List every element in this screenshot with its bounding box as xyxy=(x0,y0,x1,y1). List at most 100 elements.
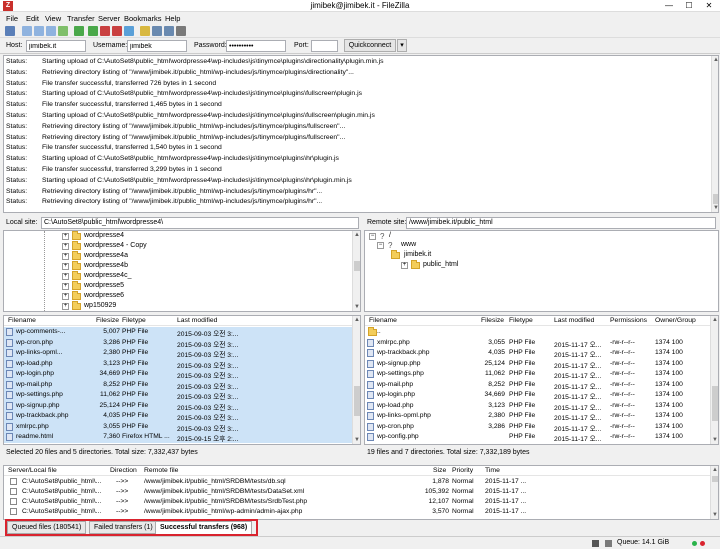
table-row[interactable]: wp-login.php 34,669 PHP File 2015-09-03 오전 … xyxy=(4,369,352,380)
file-checkbox[interactable] xyxy=(10,498,17,505)
disconnect-icon[interactable] xyxy=(112,26,122,36)
table-row[interactable]: wp-cron.php 3,286 PHP File 2015-09-03 오전 3:… xyxy=(4,337,352,349)
queue-thumb[interactable] xyxy=(712,476,718,482)
table-row[interactable]: xmlrpc.php 3,055 PHP File 2015-09-03 오전 3:.… xyxy=(4,421,352,433)
menu-transfer[interactable]: Transfer xyxy=(67,14,95,23)
collapse-icon[interactable]: − xyxy=(369,233,376,240)
username-input[interactable] xyxy=(127,40,187,52)
close-button[interactable]: ✕ xyxy=(700,0,718,11)
table-row[interactable]: wp-trackback.php 4,035 PHP File 2015-11-17 … xyxy=(365,348,710,359)
table-row[interactable]: wp-signup.php 25,124 PHP File 2015-09-03 오전… xyxy=(4,400,352,412)
expand-icon[interactable]: + xyxy=(401,262,408,269)
quickconnect-button[interactable]: Quickconnect xyxy=(344,39,396,52)
local-tree-thumb[interactable] xyxy=(354,261,360,271)
scroll-down-icon[interactable]: ▼ xyxy=(712,204,718,212)
log-scrollbar[interactable]: ▲ ▼ xyxy=(711,56,718,212)
expand-icon[interactable]: + xyxy=(62,253,69,260)
table-row[interactable]: wp-links-opml.php 2,380 PHP File 2015-11-17… xyxy=(365,411,710,422)
scroll-down-icon[interactable]: ▼ xyxy=(711,511,718,519)
log-scroll-thumb[interactable] xyxy=(713,194,718,204)
cancel-icon[interactable] xyxy=(100,26,110,36)
col-filetype[interactable]: Filetype xyxy=(509,317,533,324)
quickconnect-dropdown-icon[interactable]: ▾ xyxy=(397,39,407,52)
col-server-local[interactable]: Server/Local file xyxy=(8,467,57,474)
remote-file-list[interactable]: Filename Filesize Filetype Last modified… xyxy=(364,315,719,445)
table-row[interactable]: wp-signup.php 25,124 PHP File 2015-11-17 오.… xyxy=(365,359,710,370)
table-row[interactable]: .. xyxy=(365,327,710,338)
collapse-icon[interactable]: − xyxy=(377,242,384,249)
table-row[interactable]: wp-links-opml... 2,380 PHP File 2015-09-03 … xyxy=(4,348,352,359)
expand-icon[interactable]: + xyxy=(62,293,69,300)
scroll-up-icon[interactable]: ▲ xyxy=(711,316,718,324)
file-checkbox[interactable] xyxy=(10,488,17,495)
toggle-log-icon[interactable] xyxy=(22,26,32,36)
expand-icon[interactable]: + xyxy=(62,243,69,250)
col-priority[interactable]: Priority xyxy=(452,467,473,474)
table-row[interactable]: wp-config.php PHP File 2015-11-17 오... -rw-… xyxy=(365,432,710,443)
toggle-remote-tree-icon[interactable] xyxy=(46,26,56,36)
scroll-down-icon[interactable]: ▼ xyxy=(711,436,718,444)
reconnect-icon[interactable] xyxy=(124,26,134,36)
table-row[interactable]: wp-load.php 3,123 PHP File 2015-09-03 오전 3:… xyxy=(4,358,352,370)
table-row[interactable]: wp-settings.php 11,062 PHP File 2015-09-03 … xyxy=(4,390,352,401)
queue-row[interactable]: C:\AutoSet8\public_html\... -->> /www/jimi… xyxy=(4,497,710,507)
remote-tree[interactable]: − ? / − ? www jimibek.it + public_html xyxy=(364,230,719,312)
table-row[interactable]: wp-comments-... 5,007 PHP File 2015-09-03 오… xyxy=(4,327,352,338)
col-last-modified[interactable]: Last modified xyxy=(177,317,217,324)
queue-row[interactable]: C:\AutoSet8\public_html\... -->> /www/jimi… xyxy=(4,487,710,497)
transfer-queue[interactable]: Server/Local file Direction Remote file … xyxy=(3,465,719,520)
sync-browse-icon[interactable] xyxy=(152,26,162,36)
menu-server[interactable]: Server xyxy=(98,14,120,23)
menu-view[interactable]: View xyxy=(45,14,61,23)
col-filesize[interactable]: Filesize xyxy=(96,317,119,324)
process-queue-icon[interactable] xyxy=(88,26,98,36)
local-path-input[interactable]: C:\AutoSet8\public_html\wordpresse4\ xyxy=(41,217,359,229)
col-owner-group[interactable]: Owner/Group xyxy=(655,317,696,324)
expand-icon[interactable]: + xyxy=(62,233,69,240)
table-row[interactable]: readme.html 7,360 Firefox HTML ... 2015-09-… xyxy=(4,432,352,443)
compare-icon[interactable] xyxy=(140,26,150,36)
local-file-list[interactable]: Filename Filesize Filetype Last modified… xyxy=(3,315,361,445)
password-input[interactable] xyxy=(226,40,286,52)
menu-bookmarks[interactable]: Bookmarks xyxy=(124,14,162,23)
scroll-down-icon[interactable]: ▼ xyxy=(353,303,360,311)
table-row[interactable]: xmlrpc.php 3,055 PHP File 2015-11-17 오... -r… xyxy=(365,338,710,349)
scroll-up-icon[interactable]: ▲ xyxy=(353,316,360,324)
queue-scrollbar[interactable]: ▲ ▼ xyxy=(710,466,718,519)
menu-file[interactable]: File xyxy=(6,14,18,23)
col-last-modified[interactable]: Last modified xyxy=(554,317,594,324)
col-remote-file[interactable]: Remote file xyxy=(144,467,178,474)
col-permissions[interactable]: Permissions xyxy=(610,317,647,324)
col-filetype[interactable]: Filetype xyxy=(122,317,146,324)
col-filename[interactable]: Filename xyxy=(8,317,36,324)
toggle-local-tree-icon[interactable] xyxy=(34,26,44,36)
local-files-scrollbar[interactable]: ▲ ▼ xyxy=(352,316,360,444)
binoculars-icon[interactable] xyxy=(176,26,186,36)
scroll-up-icon[interactable]: ▲ xyxy=(712,56,718,64)
col-filesize[interactable]: Filesize xyxy=(481,317,504,324)
menu-edit[interactable]: Edit xyxy=(26,14,39,23)
table-row[interactable]: wp-mail.php 8,252 PHP File 2015-11-17 오... -… xyxy=(365,380,710,391)
minimize-button[interactable]: — xyxy=(660,0,678,11)
scroll-up-icon[interactable]: ▲ xyxy=(711,466,718,474)
col-size[interactable]: Size xyxy=(433,467,446,474)
col-direction[interactable]: Direction xyxy=(110,467,137,474)
table-row[interactable]: wp-login.php 34,669 PHP File 2015-11-17 오..… xyxy=(365,390,710,401)
scroll-down-icon[interactable]: ▼ xyxy=(353,436,360,444)
col-time[interactable]: Time xyxy=(485,467,500,474)
table-row[interactable]: wp-trackback.php 4,035 PHP File 2015-09-03 … xyxy=(4,411,352,422)
file-checkbox[interactable] xyxy=(10,508,17,515)
search-icon[interactable] xyxy=(164,26,174,36)
maximize-button[interactable]: ☐ xyxy=(680,0,698,11)
toggle-queue-icon[interactable] xyxy=(58,26,68,36)
remote-files-scrollbar[interactable]: ▲ ▼ xyxy=(710,316,718,444)
expand-icon[interactable]: + xyxy=(62,303,69,310)
expand-icon[interactable]: + xyxy=(62,273,69,280)
port-input[interactable] xyxy=(311,40,338,52)
table-row[interactable]: wp-load.php 3,123 PHP File 2015-11-17 오... -… xyxy=(365,401,710,412)
table-row[interactable]: wp-settings.php 11,062 PHP File 2015-11-17 … xyxy=(365,369,710,380)
expand-icon[interactable]: + xyxy=(62,283,69,290)
refresh-icon[interactable] xyxy=(74,26,84,36)
file-checkbox[interactable] xyxy=(10,478,17,485)
queue-row[interactable]: C:\AutoSet8\public_html\... -->> /www/jimi… xyxy=(4,507,710,517)
